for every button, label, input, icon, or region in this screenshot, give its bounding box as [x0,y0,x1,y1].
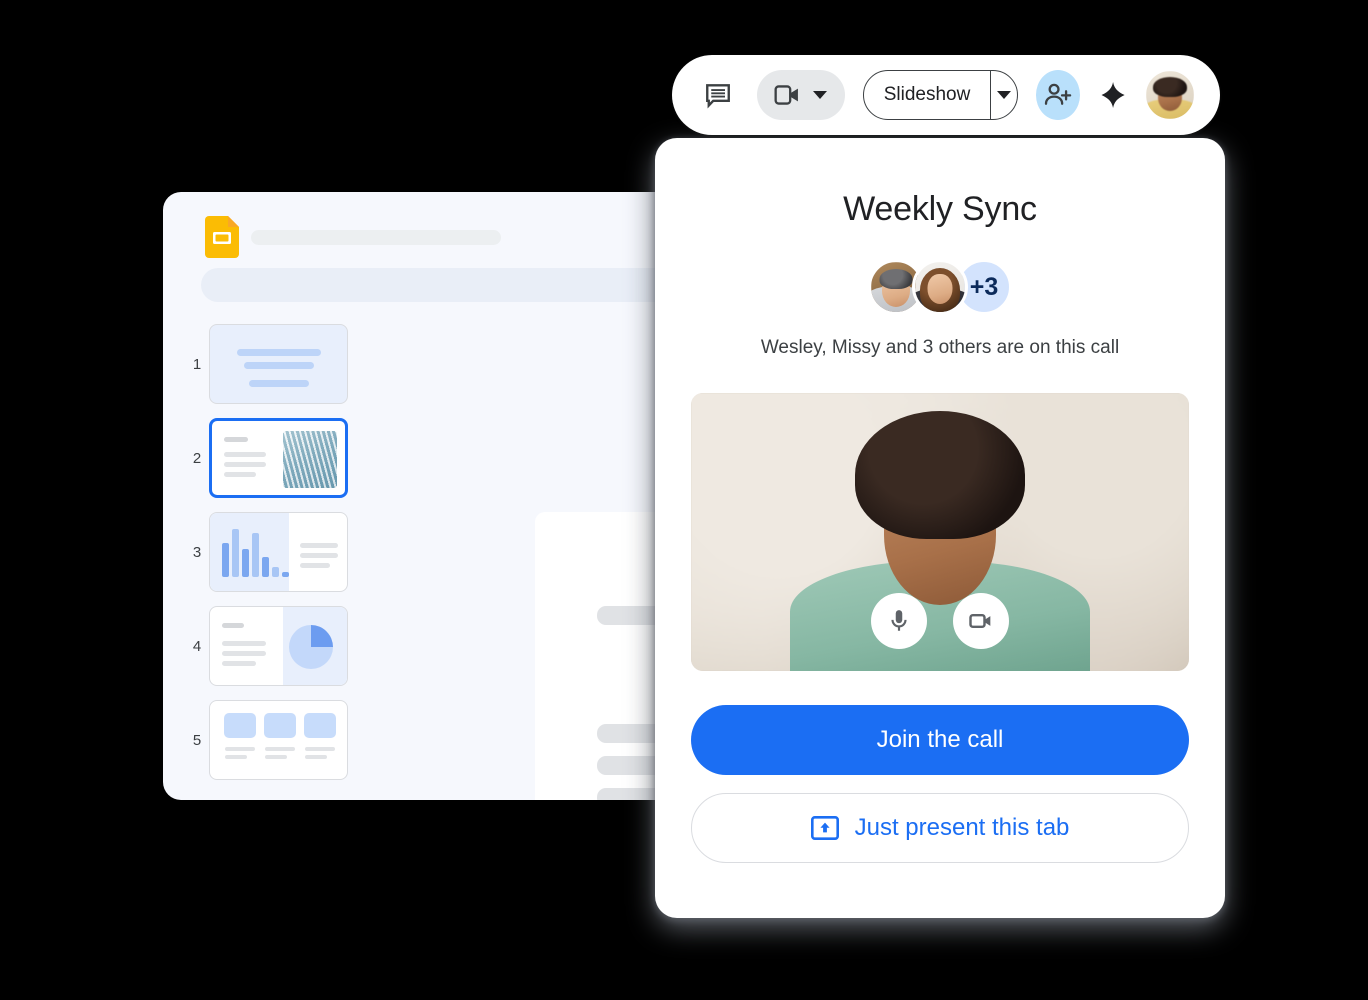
participants-summary: Wesley, Missy and 3 others are on this c… [760,337,1120,358]
mic-toggle-button[interactable] [871,593,927,649]
slide-number: 5 [192,731,202,749]
document-title-placeholder[interactable] [251,230,501,245]
present-tab-button[interactable]: Just present this tab [691,793,1189,863]
slideshow-split-button[interactable]: Slideshow [862,70,1018,120]
slideshow-label: Slideshow [883,84,971,105]
present-to-tab-icon [810,816,839,840]
join-call-button[interactable]: Join the call [691,705,1189,775]
slide-thumbnail-preview[interactable] [209,606,348,686]
present-tab-label: Just present this tab [854,814,1070,841]
slide-number: 3 [192,543,202,561]
add-people-button[interactable] [1035,70,1080,120]
person-add-icon [1044,83,1072,105]
chat-bubble-icon [706,84,731,109]
camera-toggle-button[interactable] [953,593,1009,649]
slide-thumbnail-preview[interactable] [209,418,348,498]
slide-number: 1 [192,355,202,373]
pie-chart-thumb [289,625,333,669]
slideshow-dropdown-toggle[interactable] [990,71,1016,119]
microphone-icon [891,610,907,631]
slide-thumbnail-2[interactable]: 2 [185,414,363,502]
participant-avatar-stack: +3 [691,259,1189,315]
user-avatar[interactable] [1146,71,1194,119]
sparkle-icon[interactable] [1098,78,1128,112]
chevron-down-icon [812,91,827,99]
slide-number: 2 [192,449,202,467]
slide-image-thumb [283,431,337,488]
slide-thumbnail-4[interactable]: 4 [185,602,363,690]
slide-thumbnail-preview[interactable] [209,324,348,404]
video-controls [871,593,1009,649]
self-video-preview [691,393,1189,671]
slide-thumbnail-1[interactable]: 1 [185,320,363,408]
slide-thumbnail-5[interactable]: 5 [185,696,363,784]
meet-floating-toolbar: Slideshow [672,55,1220,135]
video-camera-icon [969,613,991,629]
slide-thumbnail-rail: 1 2 3 4 5 [163,320,363,800]
chevron-down-icon [996,91,1011,99]
slide-thumbnail-preview[interactable] [209,700,348,780]
chat-button[interactable] [698,72,739,118]
slide-thumbnail-3[interactable]: 3 [185,508,363,596]
video-camera-icon [774,85,798,105]
meeting-title: Weekly Sync [843,190,1037,228]
screenshot-root: 1 2 3 4 5 Weekly Sync +3 Wesley, Missy a… [0,0,1368,1000]
meet-join-card: Weekly Sync +3 Wesley, Missy and 3 other… [655,138,1225,918]
slide-number: 4 [192,637,202,655]
google-slides-icon [205,216,239,258]
slide-thumbnail-preview[interactable] [209,512,348,592]
avatar [912,259,968,315]
camera-dropdown-button[interactable] [756,70,845,120]
video-subject-hair [855,411,1025,539]
